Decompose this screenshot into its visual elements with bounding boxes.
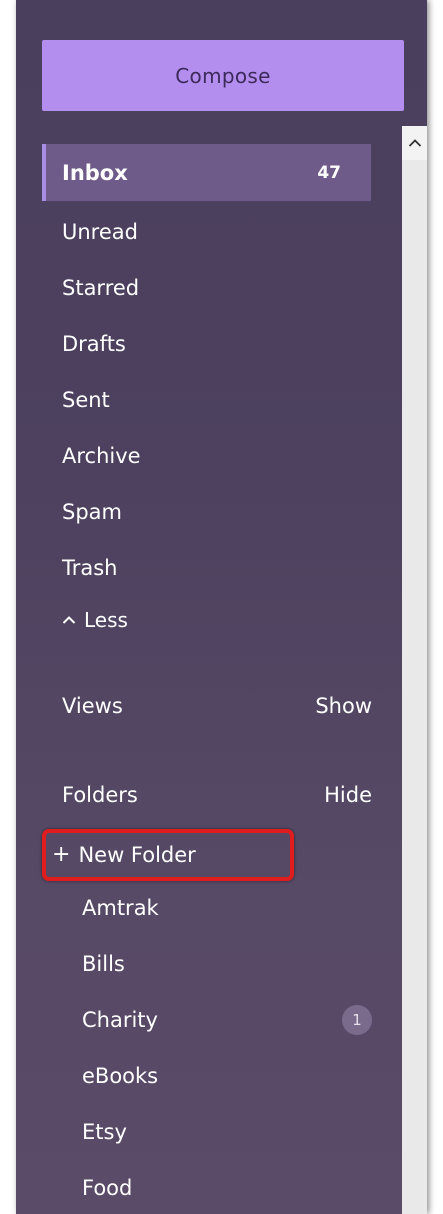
folder-item-food[interactable]: Food	[82, 1168, 372, 1208]
folders-label: Folders	[62, 783, 138, 807]
sidebar-item-label: Starred	[62, 275, 140, 300]
folder-item-label: Amtrak	[82, 896, 159, 920]
sidebar-item-drafts[interactable]: Drafts	[42, 315, 371, 372]
scrollbar-track[interactable]	[402, 126, 427, 1214]
sidebar-item-label: Sent	[62, 387, 110, 412]
sidebar-item-label: Inbox	[62, 160, 128, 185]
folder-item-label: Etsy	[82, 1120, 127, 1144]
folder-item-etsy[interactable]: Etsy	[82, 1112, 372, 1152]
less-label: Less	[84, 608, 128, 632]
sidebar-item-spam[interactable]: Spam	[42, 483, 371, 540]
less-toggle[interactable]: Less	[62, 600, 128, 640]
views-show-button[interactable]: Show	[315, 694, 372, 718]
folders-section-header: Folders Hide	[62, 775, 372, 815]
scroll-up-button[interactable]	[402, 126, 427, 160]
compose-button[interactable]: Compose	[42, 40, 404, 111]
sidebar-item-label: Archive	[62, 443, 141, 468]
views-section-header: Views Show	[62, 686, 372, 726]
sidebar-item-unread[interactable]: Unread	[42, 203, 371, 260]
sidebar-item-inbox[interactable]: Inbox 47	[42, 144, 371, 201]
new-folder-label: New Folder	[78, 843, 196, 867]
sidebar: Compose Inbox 47 Unread Starred Drafts S…	[16, 0, 427, 1214]
folder-item-charity[interactable]: Charity 1	[82, 1000, 372, 1040]
unread-count-badge: 1	[342, 1005, 372, 1035]
sidebar-item-archive[interactable]: Archive	[42, 427, 371, 484]
sidebar-item-sent[interactable]: Sent	[42, 371, 371, 428]
sidebar-item-label: Unread	[62, 219, 138, 244]
new-folder-button[interactable]: + New Folder	[42, 829, 294, 881]
folder-item-label: Bills	[82, 952, 125, 976]
folder-item-amtrak[interactable]: Amtrak	[82, 888, 372, 928]
sidebar-item-label: Drafts	[62, 331, 126, 356]
folders-hide-button[interactable]: Hide	[324, 783, 372, 807]
folder-item-label: Charity	[82, 1008, 158, 1032]
chevron-up-icon	[408, 139, 421, 147]
views-label: Views	[62, 694, 123, 718]
sidebar-item-starred[interactable]: Starred	[42, 259, 371, 316]
sidebar-item-label: Trash	[62, 555, 118, 580]
folder-item-ebooks[interactable]: eBooks	[82, 1056, 372, 1096]
unread-count-badge: 47	[317, 162, 341, 183]
sidebar-item-trash[interactable]: Trash	[42, 539, 371, 596]
app-window: Compose Inbox 47 Unread Starred Drafts S…	[0, 0, 443, 1214]
sidebar-item-label: Spam	[62, 499, 122, 524]
chevron-up-icon	[62, 616, 76, 624]
folder-item-label: eBooks	[82, 1064, 159, 1088]
plus-icon: +	[52, 842, 71, 867]
folder-item-bills[interactable]: Bills	[82, 944, 372, 984]
folder-item-label: Food	[82, 1176, 133, 1200]
